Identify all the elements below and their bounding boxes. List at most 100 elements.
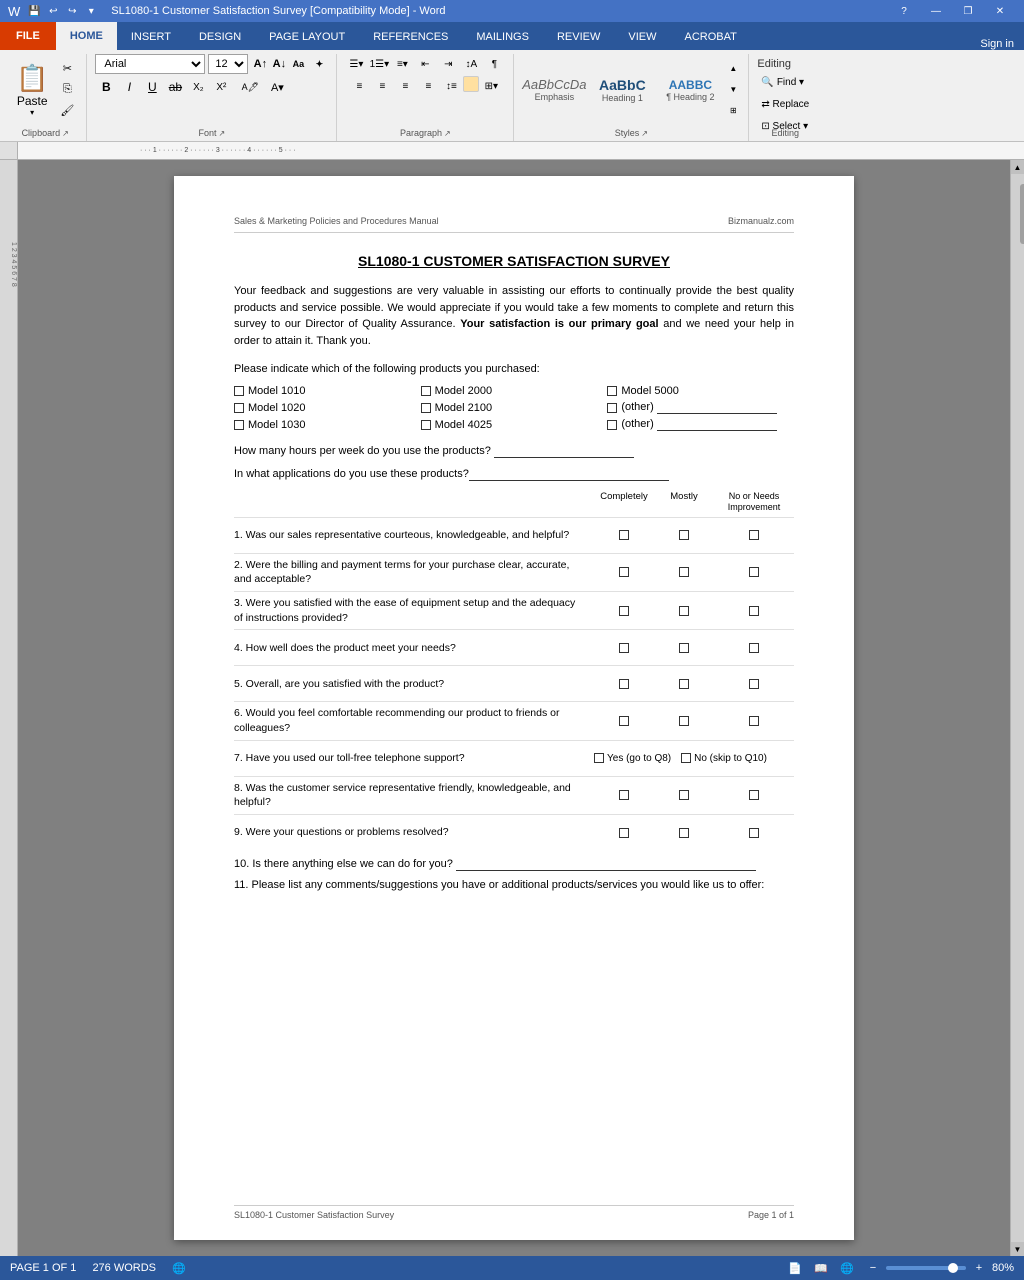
- q8-mostly[interactable]: [679, 790, 689, 800]
- cb-1010[interactable]: [234, 386, 244, 396]
- line-spacing-button[interactable]: ↕≡: [440, 76, 462, 96]
- clear-formatting-button[interactable]: ✦: [310, 55, 328, 73]
- cb-4025[interactable]: [421, 420, 431, 430]
- zoom-slider[interactable]: [886, 1266, 966, 1270]
- q3-needs[interactable]: [749, 606, 759, 616]
- font-size-selector[interactable]: 12: [208, 54, 248, 74]
- minimize-button[interactable]: —: [920, 0, 952, 22]
- customize-icon[interactable]: ▾: [83, 3, 99, 19]
- increase-indent-button[interactable]: ⇥: [437, 54, 459, 74]
- q3-completely[interactable]: [619, 606, 629, 616]
- zoom-control[interactable]: − + 80%: [864, 1259, 1014, 1277]
- scroll-up-button[interactable]: ▲: [1011, 160, 1024, 174]
- strikethrough-button[interactable]: ab: [164, 76, 186, 98]
- close-button[interactable]: ✕: [984, 0, 1016, 22]
- q11-answer-space[interactable]: [234, 897, 794, 977]
- superscript-button[interactable]: X²: [210, 76, 232, 98]
- tab-insert[interactable]: INSERT: [117, 24, 185, 50]
- q9-needs[interactable]: [749, 828, 759, 838]
- q6-completely[interactable]: [619, 716, 629, 726]
- align-left-button[interactable]: ≡: [348, 76, 370, 96]
- document-title[interactable]: SL1080-1 CUSTOMER SATISFACTION SURVEY: [234, 253, 794, 269]
- q10-fill[interactable]: [456, 858, 756, 871]
- find-button[interactable]: 🔍 Find ▾: [757, 72, 813, 92]
- q6-mostly[interactable]: [679, 716, 689, 726]
- cb-other1[interactable]: [607, 403, 617, 413]
- styles-scroll-down[interactable]: ▼: [726, 80, 740, 100]
- q4-completely[interactable]: [619, 643, 629, 653]
- q5-needs[interactable]: [749, 679, 759, 689]
- style-heading1[interactable]: AaBbC Heading 1: [590, 74, 654, 106]
- align-right-button[interactable]: ≡: [394, 76, 416, 96]
- q5-completely[interactable]: [619, 679, 629, 689]
- shading-button[interactable]: [463, 76, 479, 92]
- q1-mostly[interactable]: [679, 530, 689, 540]
- decrease-font-button[interactable]: A↓: [270, 55, 288, 73]
- cb-1030[interactable]: [234, 420, 244, 430]
- cb-2100[interactable]: [421, 403, 431, 413]
- align-center-button[interactable]: ≡: [371, 76, 393, 96]
- paste-button[interactable]: 📋 Paste ▾: [12, 61, 52, 119]
- tab-references[interactable]: REFERENCES: [359, 24, 462, 50]
- q8-needs[interactable]: [749, 790, 759, 800]
- web-layout-button[interactable]: 🌐: [838, 1259, 856, 1277]
- change-case-button[interactable]: Aa: [289, 55, 307, 73]
- justify-button[interactable]: ≡: [417, 76, 439, 96]
- font-dialog-icon[interactable]: ↗: [219, 129, 226, 138]
- q6-needs[interactable]: [749, 716, 759, 726]
- q9-mostly[interactable]: [679, 828, 689, 838]
- undo-icon[interactable]: ↩: [45, 3, 61, 19]
- document-scroll[interactable]: Sales & Marketing Policies and Procedure…: [18, 160, 1010, 1256]
- style-heading2[interactable]: AABBC ¶ Heading 2: [658, 75, 722, 105]
- zoom-out-button[interactable]: −: [864, 1259, 882, 1277]
- q1-needs[interactable]: [749, 530, 759, 540]
- redo-icon[interactable]: ↪: [64, 3, 80, 19]
- copy-button[interactable]: ⎘: [56, 80, 78, 100]
- q3-mostly[interactable]: [679, 606, 689, 616]
- styles-scroll-up[interactable]: ▲: [726, 59, 740, 79]
- show-marks-button[interactable]: ¶: [483, 54, 505, 74]
- q2-mostly[interactable]: [679, 567, 689, 577]
- sign-in-link[interactable]: Sign in: [980, 38, 1024, 50]
- styles-more[interactable]: ⊞: [726, 101, 740, 121]
- q2-completely[interactable]: [619, 567, 629, 577]
- q4-needs[interactable]: [749, 643, 759, 653]
- cb-2000[interactable]: [421, 386, 431, 396]
- font-family-selector[interactable]: Arial: [95, 54, 205, 74]
- q5-mostly[interactable]: [679, 679, 689, 689]
- cut-button[interactable]: ✂: [56, 59, 78, 79]
- q7-yes-cb[interactable]: [594, 753, 604, 763]
- full-reading-button[interactable]: 📖: [812, 1259, 830, 1277]
- format-painter-button[interactable]: 🖌: [56, 101, 78, 121]
- numbering-button[interactable]: 1☰▾: [368, 54, 390, 74]
- print-layout-button[interactable]: 📄: [786, 1259, 804, 1277]
- replace-button[interactable]: ⇄ Replace: [757, 94, 813, 114]
- bold-button[interactable]: B: [95, 76, 117, 98]
- subscript-button[interactable]: X₂: [187, 76, 209, 98]
- help-icon[interactable]: ?: [888, 0, 920, 22]
- q4-mostly[interactable]: [679, 643, 689, 653]
- decrease-indent-button[interactable]: ⇤: [414, 54, 436, 74]
- text-highlight-button[interactable]: A🖊: [239, 76, 261, 98]
- tab-mailings[interactable]: MAILINGS: [462, 24, 543, 50]
- q2-needs[interactable]: [749, 567, 759, 577]
- cb-other2[interactable]: [607, 420, 617, 430]
- paragraph-dialog-icon[interactable]: ↗: [444, 129, 451, 138]
- increase-font-button[interactable]: A↑: [251, 55, 269, 73]
- cb-1020[interactable]: [234, 403, 244, 413]
- sort-button[interactable]: ↕A: [460, 54, 482, 74]
- border-button[interactable]: ⊞▾: [480, 76, 502, 96]
- tab-page-layout[interactable]: PAGE LAYOUT: [255, 24, 359, 50]
- q8-completely[interactable]: [619, 790, 629, 800]
- right-scrollbar[interactable]: ▲ ▼: [1010, 160, 1024, 1256]
- tab-review[interactable]: REVIEW: [543, 24, 614, 50]
- save-icon[interactable]: 💾: [26, 3, 42, 19]
- clipboard-dialog-icon[interactable]: ↗: [62, 129, 69, 138]
- italic-button[interactable]: I: [118, 76, 140, 98]
- q7-no-cb[interactable]: [681, 753, 691, 763]
- scroll-down-button[interactable]: ▼: [1011, 1242, 1024, 1256]
- tab-file[interactable]: FILE: [0, 22, 56, 50]
- tab-home[interactable]: HOME: [56, 22, 117, 50]
- styles-dialog-icon[interactable]: ↗: [641, 129, 648, 138]
- scroll-thumb[interactable]: [1020, 184, 1024, 244]
